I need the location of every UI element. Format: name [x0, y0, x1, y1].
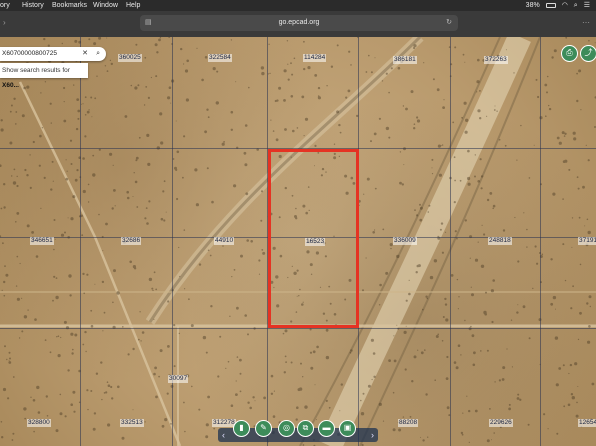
- wifi-icon[interactable]: ◠: [562, 0, 568, 11]
- parcel-label[interactable]: 386181: [393, 56, 417, 64]
- parcel-label[interactable]: 229626: [489, 419, 513, 427]
- print-icon[interactable]: ⎙: [561, 45, 578, 62]
- parcel-label[interactable]: 88208: [398, 419, 419, 427]
- parcel-label[interactable]: 114284: [303, 54, 327, 62]
- menu-history-partial[interactable]: ory: [0, 0, 10, 11]
- address-bar[interactable]: ▤ go.epcad.org ↻: [140, 15, 458, 31]
- parcel-label[interactable]: 12654: [578, 419, 596, 427]
- parcel-label[interactable]: 332513: [120, 419, 144, 427]
- bookmark-icon[interactable]: ▮: [233, 420, 250, 437]
- control-center-icon[interactable]: ☰: [584, 0, 590, 11]
- print-export-icon[interactable]: ▣: [339, 420, 356, 437]
- site-settings-icon[interactable]: ▤: [145, 15, 152, 31]
- suggestion-term: X60...: [2, 82, 19, 89]
- grid-line: [80, 37, 81, 446]
- search-box[interactable]: X60700000800725 ✕ ⌕: [0, 47, 106, 61]
- aerial-map[interactable]: 360025 322584 114284 386181 372263 34665…: [0, 37, 596, 446]
- parcel-label[interactable]: 37191: [578, 237, 596, 245]
- reload-icon[interactable]: ↻: [446, 15, 452, 31]
- search-icon[interactable]: ⌕: [96, 47, 100, 61]
- search-suggestion[interactable]: Show search results for X60...: [0, 63, 88, 89]
- parcel-label[interactable]: 32686: [121, 237, 142, 245]
- more-icon[interactable]: ⋯: [582, 18, 590, 27]
- menu-bookmarks[interactable]: Bookmarks: [52, 0, 87, 11]
- menu-help[interactable]: Help: [126, 0, 140, 11]
- menu-history[interactable]: History: [22, 0, 44, 11]
- chevron-left-icon[interactable]: ‹: [222, 428, 225, 442]
- search-input[interactable]: X60700000800725: [2, 50, 57, 57]
- parcel-label[interactable]: 336009: [393, 237, 417, 245]
- parcel-label[interactable]: 248818: [488, 237, 512, 245]
- grid-line: [0, 328, 596, 329]
- search-spotlight-icon[interactable]: ⌕: [574, 0, 578, 11]
- url-text: go.epcad.org: [278, 19, 320, 26]
- menu-bar: ory History Bookmarks Window Help 38% ◠ …: [0, 0, 596, 11]
- grid-line: [172, 37, 173, 446]
- selected-parcel-outline[interactable]: [268, 149, 359, 328]
- parcel-label[interactable]: 360025: [118, 54, 142, 62]
- back-chevron-icon[interactable]: ›: [3, 18, 6, 27]
- pencil-icon[interactable]: ✎: [255, 420, 272, 437]
- layers-icon[interactable]: ⧉: [297, 420, 314, 437]
- close-icon[interactable]: ✕: [82, 47, 88, 61]
- browser-toolbar: › ▤ go.epcad.org ↻ ⋯: [0, 11, 596, 37]
- parcel-label[interactable]: 346651: [30, 237, 54, 245]
- parcel-label[interactable]: 312278: [212, 419, 236, 427]
- menu-window[interactable]: Window: [93, 0, 118, 11]
- grid-line: [540, 37, 541, 446]
- share-icon[interactable]: ⤴: [580, 45, 596, 62]
- suggestion-prefix: Show search results for: [2, 67, 70, 74]
- measure-icon[interactable]: ◎: [278, 420, 295, 437]
- battery-icon[interactable]: [545, 3, 556, 8]
- parcel-label[interactable]: 30097: [168, 375, 189, 383]
- parcel-label[interactable]: 328800: [27, 419, 51, 427]
- battery-percent: 38%: [525, 2, 540, 9]
- parcel-label[interactable]: 372263: [484, 56, 508, 64]
- parcel-label[interactable]: 44910: [214, 237, 235, 245]
- ruler-icon[interactable]: ▬: [318, 420, 335, 437]
- chevron-right-icon[interactable]: ›: [371, 428, 374, 442]
- parcel-label[interactable]: 322584: [208, 54, 232, 62]
- grid-line: [450, 37, 451, 446]
